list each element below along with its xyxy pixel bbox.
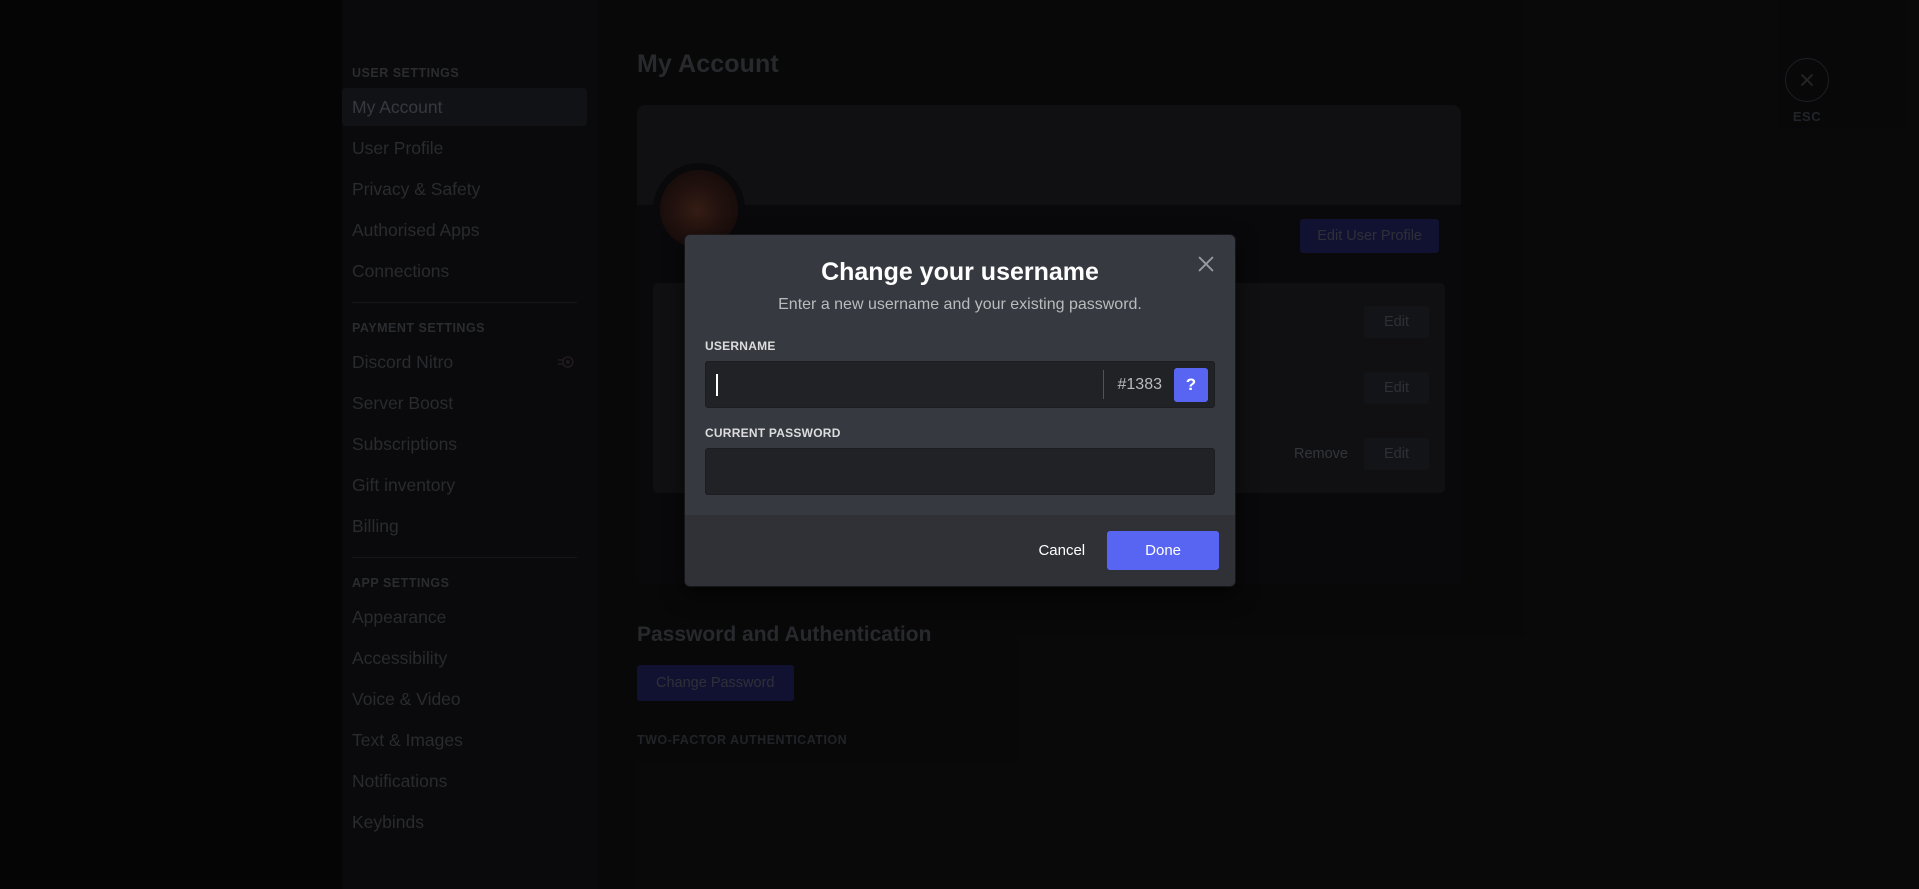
username-label: USERNAME	[705, 339, 1215, 353]
modal-title: Change your username	[701, 257, 1219, 287]
cancel-button[interactable]: Cancel	[1022, 531, 1101, 570]
modal-footer: Cancel Done	[685, 515, 1235, 586]
modal-subtitle: Enter a new username and your existing p…	[701, 295, 1219, 315]
help-icon[interactable]: ?	[1174, 368, 1208, 402]
current-password-input[interactable]	[705, 448, 1215, 495]
modal-header: Change your username Enter a new usernam…	[685, 235, 1235, 323]
modal-backdrop[interactable]: Change your username Enter a new usernam…	[0, 0, 1919, 889]
username-field-group: #1383 ?	[705, 361, 1215, 408]
modal-body: USERNAME #1383 ? CURRENT PASSWORD	[685, 323, 1235, 515]
discriminator-value: #1383	[1104, 362, 1175, 407]
current-password-label: CURRENT PASSWORD	[705, 426, 1215, 440]
username-input[interactable]	[718, 362, 1103, 407]
change-username-modal: Change your username Enter a new usernam…	[685, 235, 1235, 586]
done-button[interactable]: Done	[1107, 531, 1219, 570]
close-icon[interactable]	[1193, 251, 1219, 277]
